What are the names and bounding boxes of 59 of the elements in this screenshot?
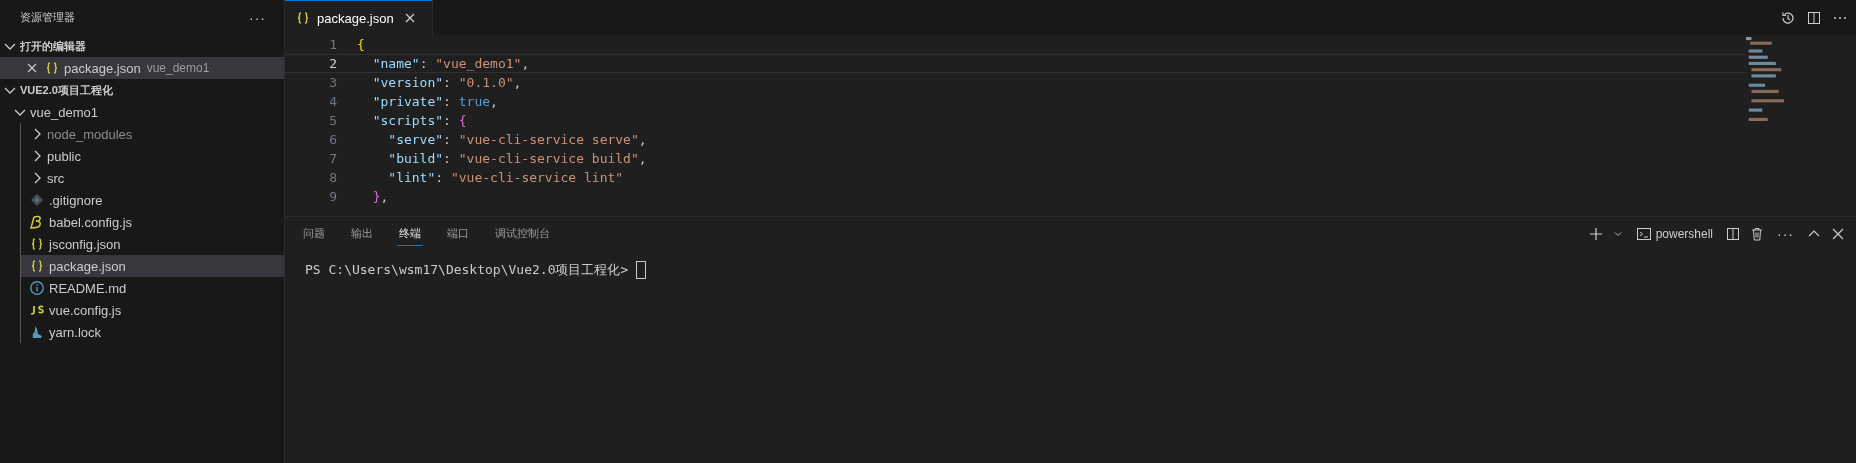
close-icon[interactable] [1830, 226, 1846, 242]
code-line: "scripts": { [371, 113, 467, 128]
code-line: "version": "0.1.0", [371, 75, 522, 90]
line-number: 5 [328, 113, 337, 128]
line-number: 1 [328, 37, 337, 52]
line-number: 6 [328, 132, 337, 147]
file-item[interactable]: README.md [21, 277, 284, 299]
code-line: { [357, 37, 365, 52]
file-item[interactable]: babel.config.js [21, 211, 284, 233]
trash-icon[interactable] [1749, 226, 1765, 242]
terminal-icon [1635, 226, 1652, 242]
sidebar-title: 资源管理器 [20, 10, 75, 25]
line-number: 2 [328, 56, 337, 71]
file-item[interactable]: .gitignore [21, 189, 284, 211]
file-item[interactable]: vue.config.js [21, 299, 284, 321]
code-line: "lint": "vue-cli-service lint" [387, 170, 624, 185]
panel-tab[interactable]: 端口 [445, 222, 471, 246]
terminal-button[interactable]: powershell [1631, 226, 1717, 242]
editor-tab[interactable]: package.json [285, 0, 433, 35]
line-number: 7 [328, 151, 337, 166]
file-item[interactable]: jsconfig.json [21, 233, 284, 255]
folder-item[interactable]: public [21, 145, 284, 167]
line-number: 4 [328, 94, 337, 109]
panel-tab[interactable]: 输出 [349, 222, 375, 246]
more-button[interactable]: ··· [1773, 226, 1798, 242]
section-header[interactable]: 打开的编辑器 [0, 35, 284, 57]
panel-tab[interactable]: 终端 [397, 222, 423, 246]
info-icon [29, 280, 45, 296]
folder-item[interactable]: vue_demo1 [0, 101, 284, 123]
braces-icon [44, 60, 60, 76]
split-terminal-icon[interactable] [1725, 226, 1741, 242]
folder-item[interactable]: node_modules [21, 123, 284, 145]
diamond-icon [29, 192, 45, 208]
code-line: "name": "vue_demo1", [371, 56, 530, 71]
braces-icon [29, 258, 45, 274]
cursor [636, 261, 647, 279]
history-icon[interactable] [1780, 9, 1796, 26]
code-line: "build": "vue-cli-service build", [387, 151, 647, 166]
file-item[interactable]: yarn.lock [21, 321, 284, 343]
panel-tab[interactable]: 调试控制台 [493, 222, 552, 246]
js-file-icon [29, 302, 45, 318]
plus-icon[interactable] [1587, 226, 1604, 242]
braces-icon [29, 236, 45, 252]
line-number: 8 [328, 170, 337, 185]
braces-icon [295, 10, 311, 26]
code-line: "serve": "vue-cli-service serve", [387, 132, 647, 147]
code-line: }, [371, 189, 389, 204]
folder-item[interactable]: src [21, 167, 284, 189]
terminal-prompt: PS C:\Users\wsm17\Desktop\Vue2.0项目工程化> [305, 261, 630, 279]
more-button[interactable]: ··· [245, 9, 270, 26]
code-line: "private": true, [371, 94, 498, 109]
line-number: 3 [328, 75, 337, 90]
folder-description: vue_demo1 [146, 61, 210, 75]
section-header[interactable]: VUE2.0项目工程化 [0, 79, 284, 101]
panel-tab[interactable]: 问题 [301, 222, 327, 246]
line-number: 9 [328, 189, 337, 204]
file-item[interactable]: package.json [21, 255, 284, 277]
open-editor-item[interactable]: package.json vue_demo1 [0, 57, 284, 79]
split-editor-icon[interactable] [1806, 9, 1822, 26]
